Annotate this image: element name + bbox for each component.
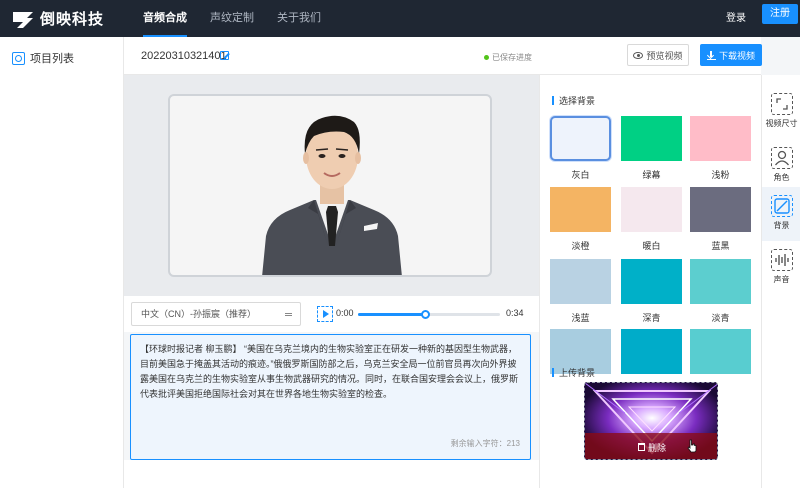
background-swatch[interactable] bbox=[550, 259, 611, 304]
sidebar-item-label: 项目列表 bbox=[30, 53, 74, 65]
background-swatch-label: 淡橙 bbox=[571, 241, 590, 251]
background-swatch-label: 暖白 bbox=[642, 241, 661, 251]
trash-icon bbox=[637, 443, 645, 451]
play-button[interactable] bbox=[317, 306, 333, 322]
background-swatch-label: 淡青 bbox=[711, 313, 730, 323]
preview-video-button[interactable]: 预览视频 bbox=[627, 44, 689, 66]
delete-label: 删除 bbox=[647, 442, 666, 453]
voice-select-value: 中文（CN）-孙振宸（推荐） bbox=[141, 309, 256, 319]
background-panel: 选择背景 灰白 绿幕 浅粉淡橙 暖白 蓝黑浅蓝 深青 淡青 上传背景 删除 bbox=[539, 75, 761, 488]
uploaded-background[interactable]: 删除 bbox=[584, 382, 718, 460]
background-swatch-label: 深青 bbox=[642, 313, 661, 323]
saved-status-text: 已保存进度 bbox=[492, 53, 532, 62]
download-video-button[interactable]: 下载视频 bbox=[700, 44, 762, 66]
project-name: 20220310321401 bbox=[141, 50, 227, 62]
background-swatch[interactable] bbox=[621, 187, 682, 232]
video-frame[interactable] bbox=[168, 94, 492, 277]
video-canvas bbox=[124, 75, 539, 296]
background-swatch-label: 浅蓝 bbox=[571, 313, 590, 323]
brand-name: 倒映科技 bbox=[40, 11, 105, 28]
sound-icon bbox=[770, 249, 793, 271]
register-button[interactable]: 注册 bbox=[762, 4, 798, 24]
menu-icon bbox=[285, 313, 292, 316]
project-list-icon bbox=[12, 51, 25, 65]
nav-item-voiceprint[interactable]: 声纹定制 bbox=[210, 0, 254, 37]
video-size-icon bbox=[770, 93, 793, 115]
rail-item-sound[interactable]: 声音 bbox=[762, 241, 800, 295]
sidebar: 项目列表 bbox=[0, 37, 124, 488]
character-icon bbox=[770, 147, 793, 169]
time-total: 0:34 bbox=[506, 308, 524, 318]
playback-controls: 中文（CN）-孙振宸（推荐） 0:00 0:34 bbox=[124, 296, 539, 332]
rail-item-video-size[interactable]: 视频尺寸 bbox=[762, 85, 800, 139]
rail-label: 声音 bbox=[773, 275, 790, 284]
avatar-person-image bbox=[262, 115, 402, 275]
edit-icon[interactable] bbox=[220, 51, 229, 60]
background-swatch[interactable] bbox=[550, 116, 611, 161]
login-link[interactable]: 登录 bbox=[726, 0, 746, 37]
eye-icon bbox=[633, 51, 644, 59]
background-swatch-label: 灰白 bbox=[571, 170, 590, 180]
download-video-label: 下载视频 bbox=[718, 50, 755, 61]
project-header: 20220310321401 已保存进度 预览视频 下载视频 bbox=[124, 37, 762, 75]
top-nav: 倒映科技 音频合成 声纹定制 关于我们 登录 注册 bbox=[0, 0, 800, 37]
hand-cursor-icon bbox=[687, 439, 697, 453]
tool-rail: 视频尺寸 角色 背景 声音 bbox=[761, 75, 800, 488]
time-current: 0:00 bbox=[336, 308, 354, 318]
background-swatch[interactable] bbox=[690, 329, 751, 374]
remaining-characters: 剩余输入字符：213 bbox=[450, 439, 520, 448]
background-swatch-label: 浅粉 bbox=[711, 170, 730, 180]
script-text: 【环球时报记者 柳玉鹏】 “美国在乌克兰境内的生物实验室正在研发一种新的基因型生… bbox=[140, 344, 519, 399]
background-swatch-label: 蓝黑 bbox=[711, 241, 730, 251]
rail-label: 角色 bbox=[773, 173, 790, 182]
progress-knob[interactable] bbox=[420, 310, 430, 319]
rail-item-character[interactable]: 角色 bbox=[762, 139, 800, 193]
background-swatch-label: 绿幕 bbox=[642, 170, 661, 180]
delete-background-button[interactable]: 删除 bbox=[585, 433, 717, 459]
progress-fill bbox=[358, 313, 425, 316]
download-icon bbox=[706, 50, 716, 60]
nav-item-about[interactable]: 关于我们 bbox=[277, 0, 321, 37]
background-section-title: 选择背景 bbox=[552, 94, 595, 107]
rail-label: 背景 bbox=[773, 221, 790, 230]
status-dot-icon bbox=[484, 55, 489, 60]
rail-label: 视频尺寸 bbox=[765, 119, 798, 128]
background-swatch[interactable] bbox=[690, 259, 751, 304]
voice-select[interactable]: 中文（CN）-孙振宸（推荐） bbox=[131, 302, 301, 326]
background-swatch[interactable] bbox=[550, 187, 611, 232]
saved-status: 已保存进度 bbox=[484, 52, 532, 63]
rail-item-background[interactable]: 背景 bbox=[762, 187, 800, 241]
sidebar-item-project-list[interactable]: 项目列表 bbox=[12, 50, 123, 66]
logo-icon bbox=[13, 11, 33, 28]
background-icon bbox=[770, 195, 793, 217]
upload-section-title: 上传背景 bbox=[552, 366, 595, 379]
progress-slider[interactable] bbox=[358, 310, 500, 319]
preview-video-label: 预览视频 bbox=[646, 50, 683, 61]
background-swatch[interactable] bbox=[621, 329, 682, 374]
background-swatch[interactable] bbox=[621, 259, 682, 304]
background-swatch[interactable] bbox=[621, 116, 682, 161]
bottom-spacer bbox=[124, 460, 539, 488]
script-textarea[interactable]: 【环球时报记者 柳玉鹏】 “美国在乌克兰境内的生物实验室正在研发一种新的基因型生… bbox=[130, 334, 531, 460]
background-swatch[interactable] bbox=[690, 187, 751, 232]
background-swatch[interactable] bbox=[690, 116, 751, 161]
nav-item-audio-synthesis[interactable]: 音频合成 bbox=[143, 0, 187, 37]
brand-logo[interactable]: 倒映科技 bbox=[10, 8, 128, 30]
